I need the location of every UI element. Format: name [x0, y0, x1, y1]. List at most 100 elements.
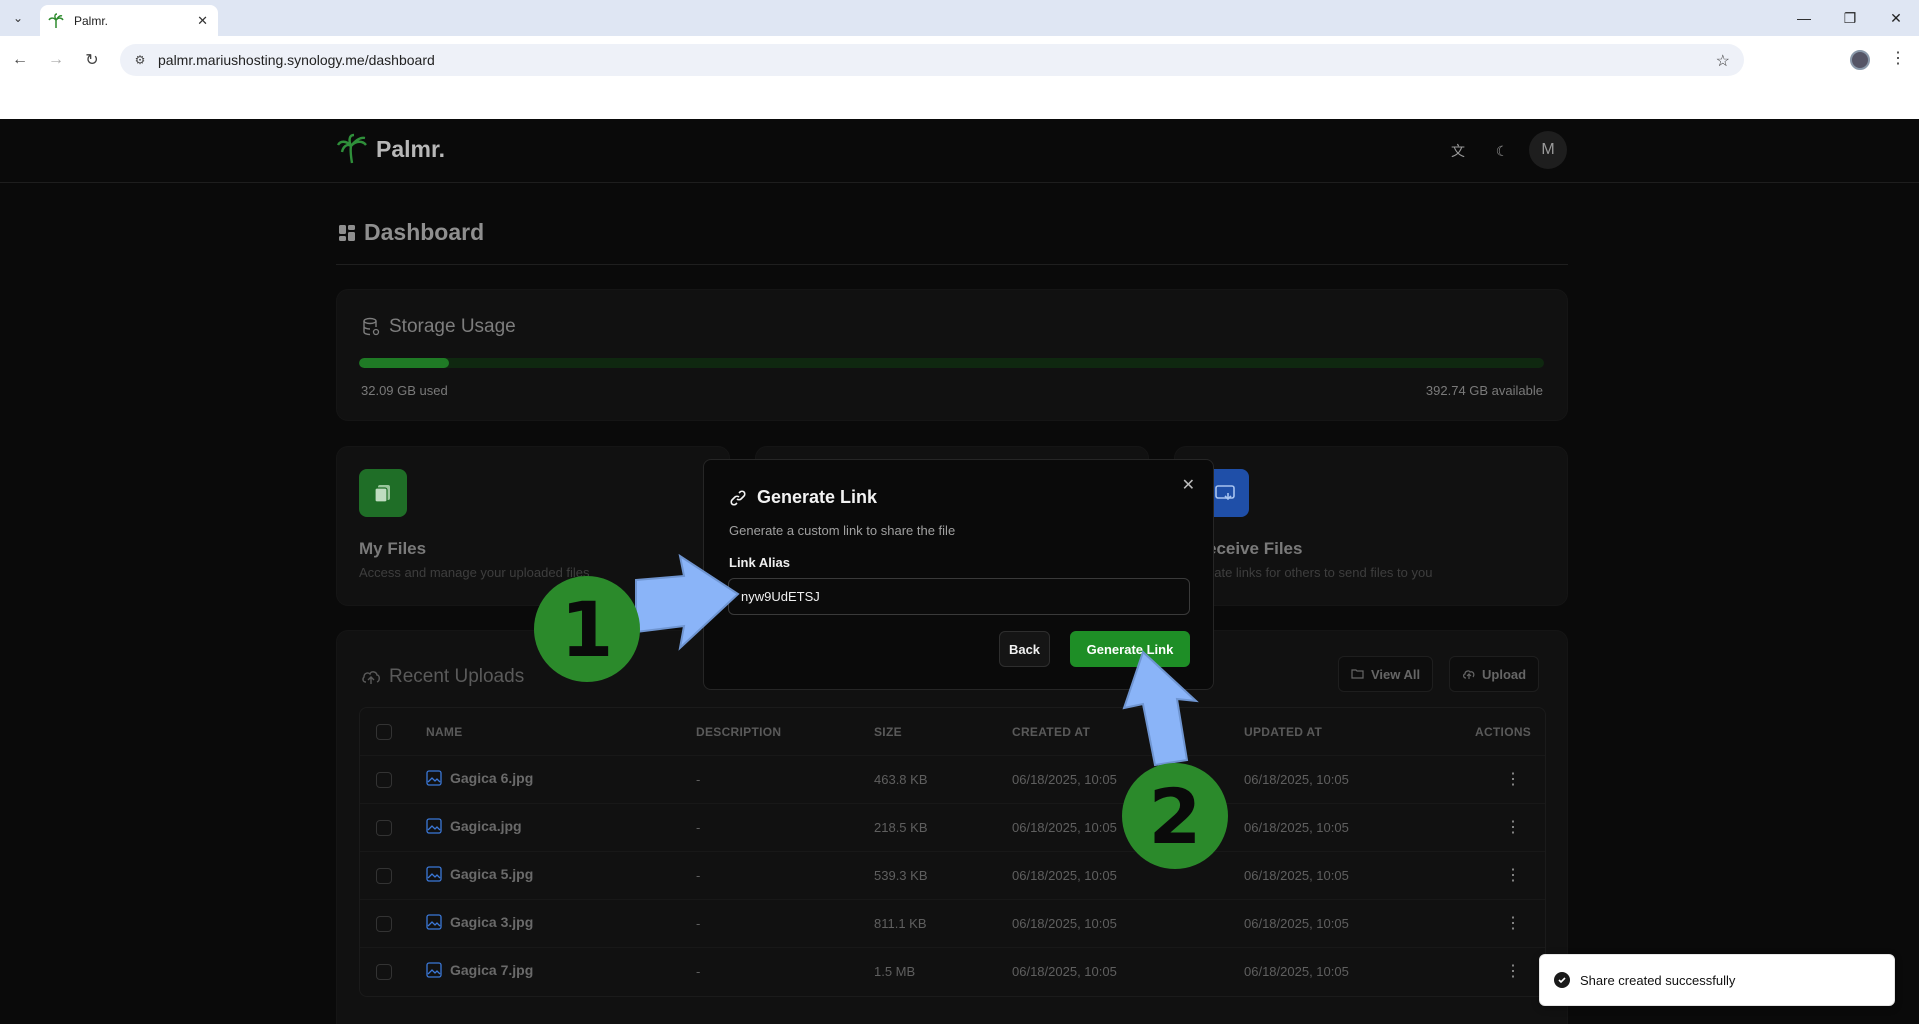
browser-tab[interactable]: Palmr. ✕ — [40, 5, 218, 36]
row-actions-icon[interactable]: ⋮ — [1505, 769, 1521, 789]
updated-at: 06/18/2025, 10:05 — [1244, 772, 1349, 787]
created-at: 06/18/2025, 10:05 — [1012, 772, 1117, 787]
row-checkbox[interactable] — [376, 964, 392, 980]
tab-title: Palmr. — [74, 13, 109, 28]
profile-avatar-icon[interactable] — [1850, 50, 1870, 70]
restore-icon[interactable]: ❐ — [1827, 0, 1873, 36]
close-icon[interactable]: ✕ — [1182, 475, 1195, 495]
file-name[interactable]: Gagica.jpg — [426, 818, 522, 834]
table-row[interactable]: Gagica 3.jpg - 811.1 KB 06/18/2025, 10:0… — [360, 900, 1545, 948]
generate-link-button[interactable]: Generate Link — [1070, 631, 1190, 667]
recent-uploads-title: Recent Uploads — [361, 666, 524, 688]
file-size: 463.8 KB — [874, 772, 928, 787]
tab-search-icon[interactable]: ⌄ — [8, 8, 28, 28]
file-name-text: Gagica 6.jpg — [450, 770, 534, 786]
receive-files-title: eceive Files — [1207, 539, 1303, 558]
created-at: 06/18/2025, 10:05 — [1012, 868, 1117, 883]
storage-progress-fill — [359, 358, 450, 368]
file-name-text: Gagica 5.jpg — [450, 866, 534, 882]
table-row[interactable]: Gagica 5.jpg - 539.3 KB 06/18/2025, 10:0… — [360, 852, 1545, 900]
dialog-title-text: Generate Link — [757, 487, 878, 507]
app-header: Palmr. 文 ☾ M — [0, 119, 1919, 183]
cloud-upload-icon — [362, 671, 380, 684]
updated-at: 06/18/2025, 10:05 — [1244, 868, 1349, 883]
user-avatar[interactable]: M — [1529, 131, 1567, 169]
table-row[interactable]: Gagica 6.jpg - 463.8 KB 06/18/2025, 10:0… — [360, 756, 1545, 804]
back-button[interactable]: Back — [999, 631, 1050, 667]
dialog-title: Generate Link — [729, 487, 877, 508]
file-name-text: Gagica 7.jpg — [450, 962, 534, 978]
browser-tab-strip: ⌄ Palmr. ✕ — ❐ ✕ — [0, 0, 1919, 36]
row-actions-icon[interactable]: ⋮ — [1505, 817, 1521, 837]
upload-label: Upload — [1482, 666, 1527, 682]
file-name[interactable]: Gagica 5.jpg — [426, 866, 533, 882]
my-files-title: My Files — [359, 539, 427, 558]
palm-logo-icon — [336, 133, 367, 164]
image-file-icon — [426, 866, 442, 882]
file-name[interactable]: Gagica 3.jpg — [426, 914, 533, 930]
column-header: ACTIONS — [1475, 725, 1532, 739]
reload-icon[interactable]: ↻ — [80, 48, 104, 72]
logo[interactable]: Palmr. — [336, 133, 445, 165]
url-text[interactable]: palmr.mariushosting.synology.me/dashboar… — [158, 52, 435, 68]
forward-arrow-icon[interactable]: → — [44, 48, 68, 72]
bookmark-star-icon[interactable]: ☆ — [1716, 51, 1730, 71]
row-actions-icon[interactable]: ⋮ — [1505, 961, 1521, 981]
row-checkbox[interactable] — [376, 772, 392, 788]
minimize-icon[interactable]: — — [1781, 0, 1827, 36]
page-title: Dashboard — [338, 219, 484, 246]
site-info-icon[interactable]: ⚙ — [132, 52, 148, 68]
file-size: 218.5 KB — [874, 820, 928, 835]
row-checkbox[interactable] — [376, 916, 392, 932]
moon-icon[interactable]: ☾ — [1484, 133, 1520, 169]
database-icon — [363, 317, 380, 336]
step-2-badge: 2 — [1122, 763, 1228, 869]
my-files-card[interactable]: My Files Access and manage your uploaded… — [336, 446, 730, 606]
file-name[interactable]: Gagica 6.jpg — [426, 770, 533, 786]
updated-at: 06/18/2025, 10:05 — [1244, 916, 1349, 931]
success-toast: Share created successfully — [1539, 954, 1895, 1006]
dialog-description: Generate a custom link to share the file — [729, 523, 956, 538]
folder-open-icon — [1351, 669, 1364, 679]
back-arrow-icon[interactable]: ← — [8, 48, 32, 72]
table-row[interactable]: Gagica.jpg - 218.5 KB 06/18/2025, 10:05 … — [360, 804, 1545, 852]
table-header: NAME DESCRIPTION SIZE CREATED AT UPDATED… — [360, 708, 1545, 756]
file-size: 539.3 KB — [874, 868, 928, 883]
receive-files-description: eate links for others to send files to y… — [1207, 565, 1433, 580]
view-all-label: View All — [1371, 666, 1421, 682]
address-bar[interactable]: ⚙ palmr.mariushosting.synology.me/dashbo… — [120, 44, 1744, 76]
file-name-text: Gagica 3.jpg — [450, 914, 534, 930]
palm-favicon-icon — [48, 12, 64, 28]
row-checkbox[interactable] — [376, 820, 392, 836]
upload-button[interactable]: Upload — [1449, 656, 1540, 692]
divider — [336, 264, 1568, 265]
file-description: - — [696, 772, 701, 787]
view-all-button[interactable]: View All — [1338, 656, 1434, 692]
window-close-icon[interactable]: ✕ — [1873, 0, 1919, 36]
toast-message: Share created successfully — [1580, 972, 1736, 988]
check-circle-icon — [1554, 972, 1570, 988]
created-at: 06/18/2025, 10:05 — [1012, 916, 1117, 931]
column-header: SIZE — [874, 725, 902, 739]
file-description: - — [696, 964, 701, 979]
row-actions-icon[interactable]: ⋮ — [1505, 913, 1521, 933]
receive-files-card[interactable]: eceive Files eate links for others to se… — [1174, 446, 1568, 606]
generate-link-dialog: Generate Link ✕ Generate a custom link t… — [703, 459, 1214, 690]
file-size: 811.1 KB — [874, 916, 927, 931]
file-description: - — [696, 916, 701, 931]
storage-used: 32.09 GB used — [361, 383, 448, 398]
my-files-description: Access and manage your uploaded files — [359, 565, 590, 580]
row-checkbox[interactable] — [376, 868, 392, 884]
row-actions-icon[interactable]: ⋮ — [1505, 865, 1521, 885]
file-size: 1.5 MB — [874, 964, 916, 979]
browser-menu-icon[interactable]: ⋮ — [1890, 48, 1906, 68]
tab-close-icon[interactable]: ✕ — [197, 13, 208, 29]
files-icon — [359, 469, 407, 517]
table-row[interactable]: Gagica 7.jpg - 1.5 MB 06/18/2025, 10:05 … — [360, 948, 1545, 996]
select-all-checkbox[interactable] — [376, 724, 392, 740]
recent-uploads-title-text: Recent Uploads — [389, 666, 525, 687]
link-alias-input[interactable] — [728, 578, 1190, 615]
language-icon[interactable]: 文 — [1440, 133, 1476, 169]
file-name[interactable]: Gagica 7.jpg — [426, 962, 533, 978]
storage-card: Storage Usage 32.09 GB used 392.74 GB av… — [336, 289, 1568, 421]
